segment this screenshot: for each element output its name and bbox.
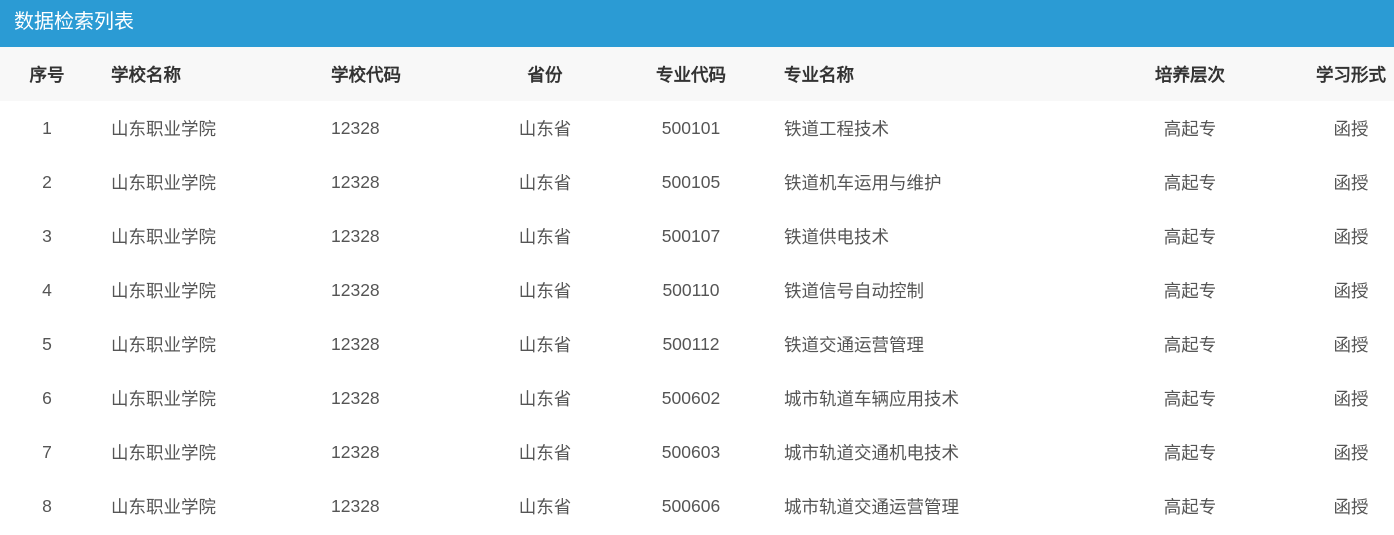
cell-major-code: 500606 [661,495,721,516]
table-row: 2 山东职业学院 12328 山东省 500105 铁道机车运用与维护 高起专 … [0,155,1394,209]
table-row: 3 山东职业学院 12328 山东省 500107 铁道供电技术 高起专 函授 [0,209,1394,263]
data-table: 序号 学校名称 学校代码 省份 专业代码 专业名称 培养层次 学习形式 1 山东… [0,47,1394,533]
cell-level: 高起专 [1163,226,1217,247]
cell-index: 3 [42,225,52,246]
table-row: 7 山东职业学院 12328 山东省 500603 城市轨道交通机电技术 高起专… [0,425,1394,479]
cell-school-name: 山东职业学院 [111,226,216,247]
cell-level: 高起专 [1163,280,1217,301]
cell-school-code: 12328 [331,279,380,300]
column-header-school-name: 学校名称 [111,64,181,85]
cell-province: 山东省 [518,172,572,193]
cell-major-code: 500110 [662,279,720,300]
cell-index: 1 [42,117,52,138]
cell-study-mode: 函授 [1333,118,1369,139]
cell-major-name: 城市轨道交通机电技术 [784,442,959,463]
cell-study-mode: 函授 [1333,226,1369,247]
cell-study-mode: 函授 [1333,496,1369,517]
column-header-level: 培养层次 [1155,64,1225,85]
cell-level: 高起专 [1163,388,1217,409]
cell-province: 山东省 [518,226,572,247]
cell-school-code: 12328 [331,495,380,516]
table-row: 8 山东职业学院 12328 山东省 500606 城市轨道交通运营管理 高起专… [0,479,1394,533]
cell-study-mode: 函授 [1333,334,1369,355]
cell-school-code: 12328 [331,117,380,138]
cell-index: 7 [42,441,52,462]
cell-major-name: 铁道交通运营管理 [784,334,924,355]
cell-major-name: 铁道供电技术 [784,226,889,247]
cell-school-code: 12328 [331,225,380,246]
cell-school-code: 12328 [331,441,380,462]
title-bar: 数据检索列表 [0,0,1394,47]
cell-major-name: 城市轨道交通运营管理 [784,496,959,517]
cell-school-name: 山东职业学院 [111,334,216,355]
table-row: 6 山东职业学院 12328 山东省 500602 城市轨道车辆应用技术 高起专… [0,371,1394,425]
cell-school-name: 山东职业学院 [111,496,216,517]
column-header-major-code: 专业代码 [656,64,726,85]
cell-index: 2 [42,171,52,192]
cell-province: 山东省 [518,442,572,463]
cell-level: 高起专 [1163,442,1217,463]
cell-major-code: 500603 [661,441,721,462]
cell-major-code: 500107 [661,225,721,246]
cell-school-code: 12328 [331,171,380,192]
table-row: 1 山东职业学院 12328 山东省 500101 铁道工程技术 高起专 函授 [0,101,1394,155]
cell-study-mode: 函授 [1333,172,1369,193]
cell-level: 高起专 [1163,496,1217,517]
cell-school-name: 山东职业学院 [111,442,216,463]
cell-major-name: 铁道信号自动控制 [784,280,924,301]
cell-school-code: 12328 [331,387,380,408]
table-header-row: 序号 学校名称 学校代码 省份 专业代码 专业名称 培养层次 学习形式 [0,47,1394,101]
cell-study-mode: 函授 [1333,442,1369,463]
table-row: 4 山东职业学院 12328 山东省 500110 铁道信号自动控制 高起专 函… [0,263,1394,317]
cell-major-code: 500602 [661,387,721,408]
cell-school-name: 山东职业学院 [111,280,216,301]
cell-province: 山东省 [518,118,572,139]
page-title: 数据检索列表 [14,11,134,33]
cell-major-code: 500112 [662,333,720,354]
cell-school-name: 山东职业学院 [111,118,216,139]
cell-province: 山东省 [518,388,572,409]
cell-index: 6 [42,387,52,408]
cell-province: 山东省 [518,334,572,355]
cell-index: 4 [42,279,52,300]
table-row: 5 山东职业学院 12328 山东省 500112 铁道交通运营管理 高起专 函… [0,317,1394,371]
column-header-index: 序号 [29,64,65,85]
cell-school-name: 山东职业学院 [111,172,216,193]
cell-index: 8 [42,495,52,516]
cell-major-code: 500101 [661,117,721,138]
cell-major-name: 铁道工程技术 [784,118,889,139]
column-header-major-name: 专业名称 [784,64,854,85]
cell-school-name: 山东职业学院 [111,388,216,409]
cell-index: 5 [42,333,52,354]
cell-major-name: 城市轨道车辆应用技术 [784,388,959,409]
cell-study-mode: 函授 [1333,280,1369,301]
cell-study-mode: 函授 [1333,388,1369,409]
cell-province: 山东省 [518,496,572,517]
cell-major-name: 铁道机车运用与维护 [784,172,942,193]
cell-level: 高起专 [1163,118,1217,139]
cell-province: 山东省 [518,280,572,301]
cell-level: 高起专 [1163,172,1217,193]
cell-major-code: 500105 [661,171,721,192]
cell-school-code: 12328 [331,333,380,354]
column-header-school-code: 学校代码 [331,64,401,85]
cell-level: 高起专 [1163,334,1217,355]
column-header-study-mode: 学习形式 [1316,64,1386,85]
column-header-province: 省份 [527,64,563,85]
